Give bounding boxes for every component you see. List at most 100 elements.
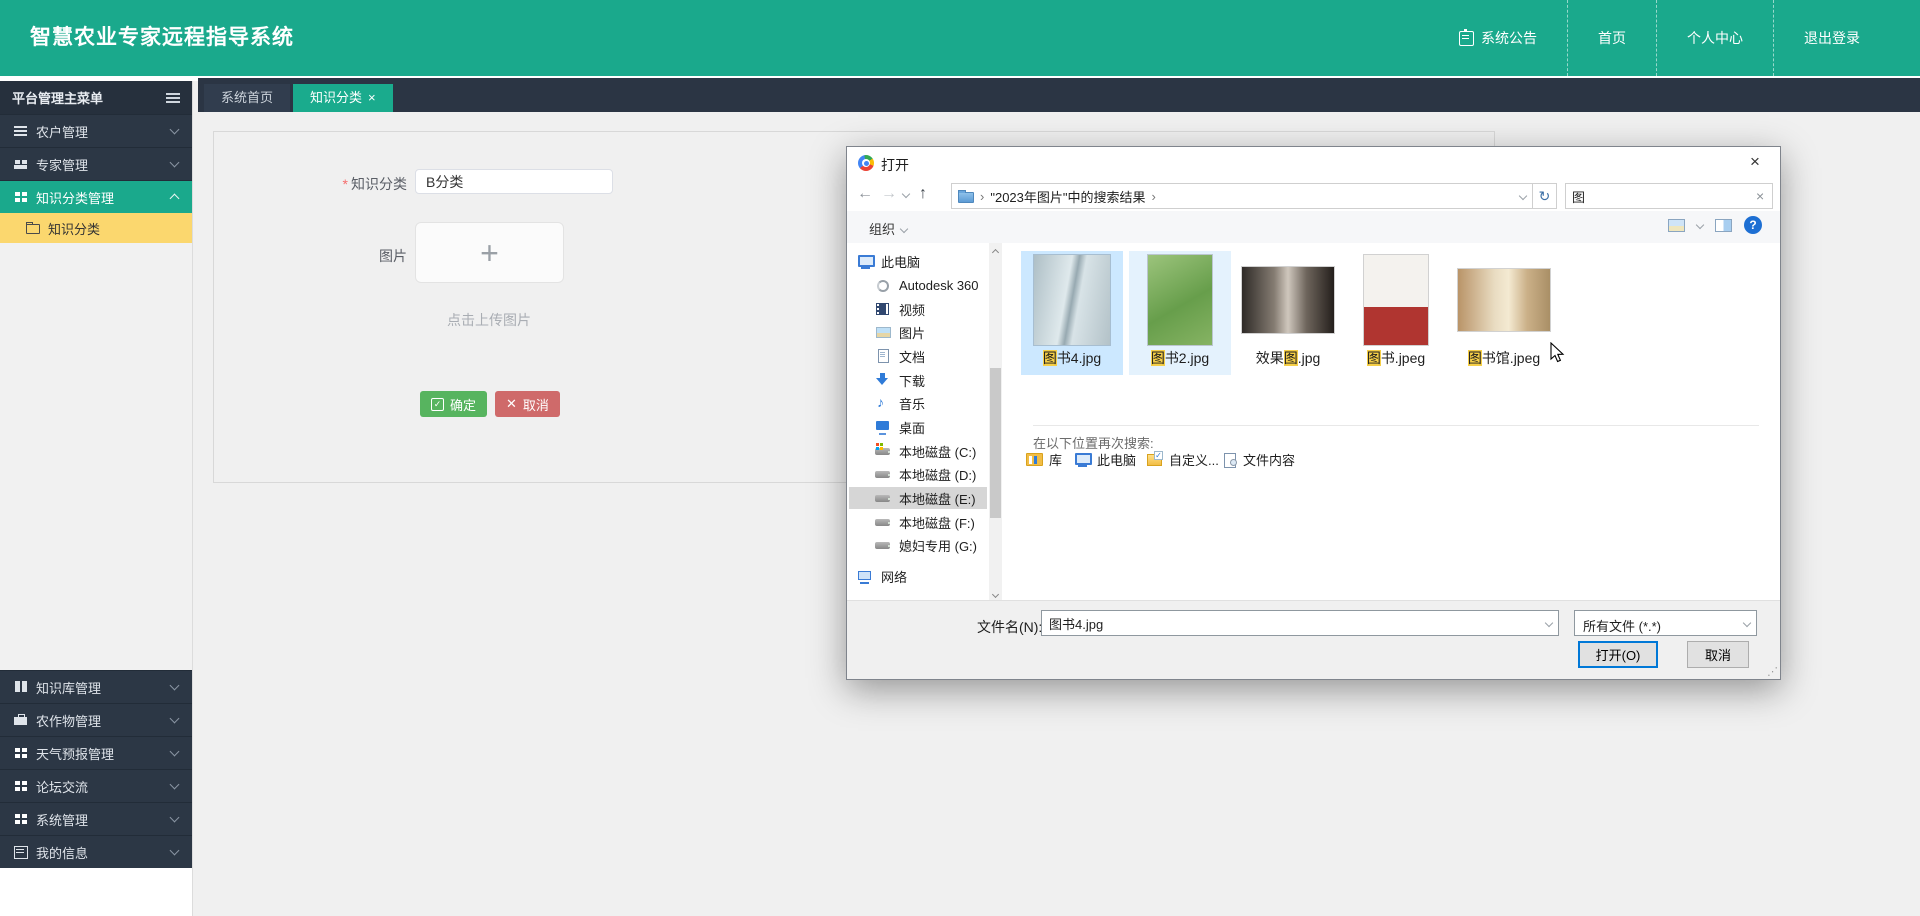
sidebar-item-crop-mgmt[interactable]: 农作物管理 (0, 703, 192, 736)
file-tile-tushu2[interactable]: 图书2.jpg (1129, 251, 1231, 375)
tree-item-drive-f[interactable]: 本地磁盘 (F:) (849, 511, 987, 533)
sidebar-item-label: 知识分类管理 (36, 190, 115, 206)
filetype-value: 所有文件 (*.*) (1583, 619, 1662, 634)
file-tile-tushuguan[interactable]: 图书馆.jpeg (1453, 251, 1555, 375)
cancel-button[interactable]: ✕ 取消 (495, 391, 560, 417)
category-input[interactable] (415, 169, 613, 194)
open-button[interactable]: 打开(O) (1578, 641, 1658, 668)
tree-item-drive-d[interactable]: 本地磁盘 (D:) (849, 463, 987, 485)
search-clear-icon[interactable]: × (1750, 186, 1768, 206)
sidebar-item-weather-forecast-mgmt[interactable]: 天气预报管理 (0, 736, 192, 769)
image-upload-box[interactable]: + (415, 222, 564, 283)
tree-item-this-pc[interactable]: 此电脑 (849, 250, 987, 272)
green-book-thumbnail (1148, 255, 1212, 345)
sidebar-spacer (0, 243, 192, 670)
breadcrumb-separator: › (1151, 188, 1156, 204)
custom-location-icon (1147, 451, 1163, 466)
search-again-libraries[interactable]: 库 (1026, 450, 1062, 469)
search-again-this-pc[interactable]: 此电脑 (1074, 450, 1136, 469)
sidebar-item-knowledge-category-mgmt[interactable]: 知识分类管理 (0, 180, 192, 213)
tree-item-videos[interactable]: 视频 (849, 298, 987, 320)
sidebar-item-knowledge-base-mgmt[interactable]: 知识库管理 (0, 670, 192, 703)
sidebar-item-label: 专家管理 (36, 157, 89, 173)
sidebar-item-my-info[interactable]: 我的信息 (0, 835, 192, 868)
tree-scrollbar[interactable] (989, 243, 1002, 601)
sidebar-item-system-mgmt[interactable]: 系统管理 (0, 802, 192, 835)
dialog-search-input[interactable] (1566, 184, 1758, 208)
up-icon[interactable]: ↑ (919, 185, 927, 203)
tree-item-label: 桌面 (899, 420, 926, 436)
sidebar-item-label: 系统管理 (36, 812, 89, 828)
file-tile-tushu4[interactable]: 图书4.jpg (1021, 251, 1123, 375)
filetype-combo[interactable]: 所有文件 (*.*) (1574, 610, 1757, 636)
confirm-button[interactable]: ✓ 确定 (420, 391, 488, 417)
tree-item-drive-g[interactable]: 媳妇专用 (G:) (849, 534, 987, 556)
sidebar-item-expert-mgmt[interactable]: 专家管理 (0, 147, 192, 180)
video-icon (875, 302, 892, 317)
tab-system-home[interactable]: 系统首页 (204, 84, 291, 112)
file-name: 图书4.jpg (1042, 350, 1102, 366)
sidebar-item-farmer-mgmt[interactable]: 农户管理 (0, 114, 192, 147)
dialog-close-button[interactable]: × (1734, 147, 1776, 177)
tab-knowledge-category[interactable]: 知识分类 × (293, 84, 393, 112)
tree-item-label: 网络 (881, 569, 908, 585)
tree-item-label: 媳妇专用 (G:) (899, 538, 977, 554)
preview-pane-icon[interactable] (1715, 218, 1732, 232)
nav-item-home[interactable]: 首页 (1567, 0, 1656, 76)
tree-item-pictures[interactable]: 图片 (849, 321, 987, 343)
filename-combo (1041, 610, 1559, 636)
breadcrumb-separator: › (980, 188, 985, 204)
scroll-up-icon[interactable] (989, 243, 1002, 257)
close-icon[interactable]: × (368, 84, 376, 112)
dialog-title-bar[interactable]: 打开 × (847, 147, 1780, 179)
thumbnail-wrap (1453, 251, 1555, 349)
tree-item-drive-e[interactable]: 本地磁盘 (E:) (849, 487, 987, 509)
chevron-down-icon (169, 157, 180, 168)
search-again-file-contents[interactable]: 文件内容 (1224, 450, 1295, 469)
computer-icon (1074, 452, 1092, 467)
nav-item-announcements[interactable]: 系统公告 (1429, 0, 1567, 76)
nav-item-logout[interactable]: 退出登录 (1773, 0, 1890, 76)
filename-input[interactable] (1042, 611, 1542, 635)
refresh-icon[interactable]: ↻ (1533, 183, 1557, 209)
desktop-icon (875, 420, 892, 435)
scroll-down-icon[interactable] (989, 587, 1002, 601)
sidebar-subitem-knowledge-category[interactable]: 知识分类 (0, 213, 192, 243)
organize-button[interactable]: 组织 (863, 218, 913, 239)
tree-item-autodesk-360[interactable]: Autodesk 360 (849, 274, 987, 296)
sidebar-item-forum[interactable]: 论坛交流 (0, 769, 192, 802)
file-tile-xiaoguotu[interactable]: 效果图.jpg (1237, 251, 1339, 375)
music-icon (875, 394, 892, 411)
file-name: 图书.jpeg (1366, 350, 1426, 366)
tree-item-documents[interactable]: 文档 (849, 345, 987, 367)
tree-item-drive-c[interactable]: 本地磁盘 (C:) (849, 440, 987, 462)
dialog-cancel-button[interactable]: 取消 (1687, 641, 1749, 668)
red-book-thumbnail (1364, 255, 1428, 345)
system-drive-icon (875, 442, 892, 459)
view-dropdown-icon[interactable] (1695, 220, 1705, 230)
nav-item-profile[interactable]: 个人中心 (1656, 0, 1773, 76)
resize-grip[interactable]: ⋰ (1767, 665, 1778, 678)
help-icon[interactable]: ? (1744, 216, 1762, 234)
tree-item-network[interactable]: 网络 (849, 565, 987, 587)
upload-hint: 点击上传图片 (447, 312, 531, 328)
search-again-custom[interactable]: 自定义... (1147, 450, 1219, 469)
menu-toggle-icon[interactable] (166, 92, 180, 95)
chevron-down-icon (169, 812, 180, 823)
back-icon[interactable]: ← (857, 185, 873, 203)
combo-dropdown-icon[interactable] (1544, 618, 1554, 628)
tree-item-music[interactable]: 音乐 (849, 392, 987, 414)
thumbnail-view-icon[interactable] (1668, 218, 1685, 232)
scrollbar-thumb[interactable] (990, 368, 1001, 518)
tree-item-desktop[interactable]: 桌面 (849, 416, 987, 438)
breadcrumb[interactable]: "2023年图片"中的搜索结果 (990, 187, 1145, 206)
history-dropdown-icon[interactable] (901, 189, 911, 199)
address-bar[interactable]: › "2023年图片"中的搜索结果 › (951, 183, 1533, 209)
top-nav: 系统公告 首页 个人中心 退出登录 (1429, 0, 1890, 76)
tree-item-downloads[interactable]: 下载 (849, 369, 987, 391)
file-tile-tushu[interactable]: 图书.jpeg (1345, 251, 1447, 375)
grid-icon (14, 747, 28, 759)
forward-icon[interactable]: → (881, 185, 897, 203)
tree-item-label: 下载 (899, 373, 926, 389)
address-dropdown-icon[interactable] (1518, 191, 1528, 201)
